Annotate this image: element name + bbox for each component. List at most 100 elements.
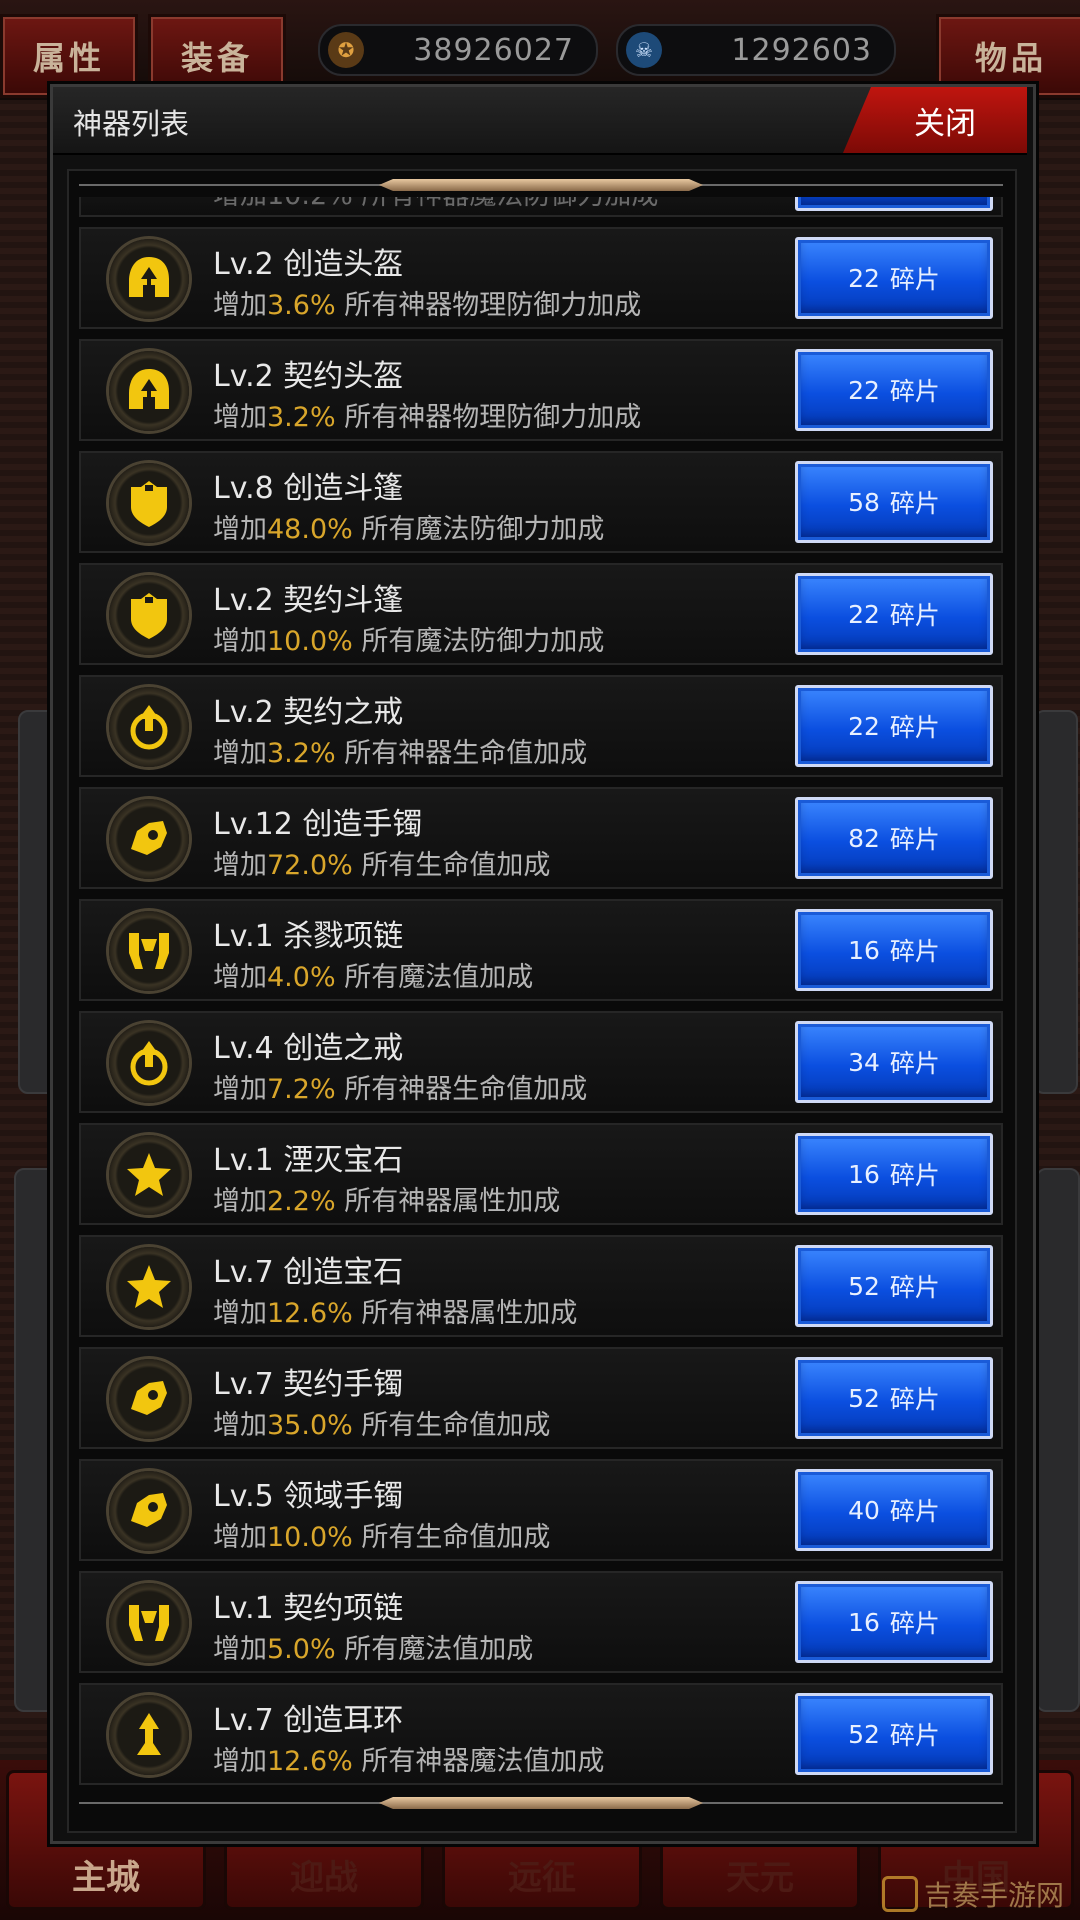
upgrade-cost-button[interactable]: 40 碎片 [795, 1469, 993, 1551]
bonus-percent: 3.2% [267, 738, 336, 769]
artifact-desc: 增加3.2% 所有神器生命值加成 [213, 731, 587, 770]
cost-amount: 22 [848, 711, 880, 741]
desc-suffix: 所有神器魔法值加成 [352, 1746, 605, 1777]
ring-icon [109, 687, 189, 767]
list-item[interactable]: Lv.4 创造之戒 增加7.2% 所有神器生命值加成 34 碎片 [79, 1011, 1003, 1113]
artifact-title: Lv.2 契约头盔 [213, 359, 404, 394]
right-lower-panel [1036, 1168, 1080, 1712]
close-button[interactable]: 关闭 [843, 87, 1027, 153]
desc-prefix: 增加 [213, 1186, 267, 1217]
cost-unit: 碎片 [889, 937, 940, 966]
modal-title: 神器列表 [73, 107, 190, 141]
list-item[interactable]: Lv.2 契约之戒 增加3.2% 所有神器生命值加成 22 碎片 [79, 675, 1003, 777]
artifact-desc: 增加3.6% 所有神器物理防御力加成 [213, 283, 641, 322]
list-item[interactable]: Lv.12 创造手镯 增加72.0% 所有生命值加成 82 碎片 [79, 787, 1003, 889]
upgrade-cost-button[interactable]: 52 碎片 [795, 1245, 993, 1327]
cost-unit: 碎片 [889, 377, 940, 406]
list-item[interactable]: Lv.7 契约手镯 增加35.0% 所有生命值加成 52 碎片 [79, 1347, 1003, 1449]
upgrade-cost-button[interactable]: 16 碎片 [795, 909, 993, 991]
list-item[interactable]: Lv.2 契约头盔 增加3.2% 所有神器物理防御力加成 22 碎片 [79, 339, 1003, 441]
desc-suffix: 所有生命值加成 [352, 850, 551, 881]
list-item[interactable]: Lv.2 契约斗篷 增加10.0% 所有魔法防御力加成 22 碎片 [79, 563, 1003, 665]
skull-icon: ☠ [626, 32, 662, 68]
desc-suffix: 所有神器属性加成 [335, 1186, 561, 1217]
desc-suffix: 所有神器物理防御力加成 [335, 290, 642, 321]
artifact-desc: 增加7.2% 所有神器生命值加成 [213, 1067, 587, 1106]
artifact-title: Lv.8 创造斗篷 [213, 471, 404, 506]
cost-unit: 碎片 [889, 1273, 940, 1302]
cloak-icon [109, 463, 189, 543]
artifact-desc: 增加2.2% 所有神器属性加成 [213, 1179, 560, 1218]
upgrade-cost-button[interactable]: 52 碎片 [795, 1693, 993, 1775]
list-item[interactable]: Lv.5 领域手镯 增加10.0% 所有生命值加成 40 碎片 [79, 1459, 1003, 1561]
bracelet-icon [109, 1471, 189, 1551]
desc-prefix: 增加 [213, 402, 267, 433]
modal-header: 神器列表 关闭 [53, 87, 1027, 155]
cost-amount: 82 [848, 823, 880, 853]
desc-prefix: 增加 [213, 850, 267, 881]
artifact-title: Lv.1 契约项链 [213, 1591, 404, 1626]
skull-amount: 1292603 [731, 32, 872, 68]
artifact-list[interactable]: 增加10.2% 所有神器魔法防御力加成 Lv.2 创造头盔增加3.6% 所有神器… [79, 197, 1003, 1787]
upgrade-cost-button[interactable]: 16 碎片 [795, 1581, 993, 1663]
helmet-icon [109, 239, 189, 319]
artifact-desc: 增加48.0% 所有魔法防御力加成 [213, 507, 604, 546]
desc-prefix: 增加 [213, 1410, 267, 1441]
artifact-title: Lv.7 契约手镯 [213, 1367, 404, 1402]
bracelet-icon [109, 1359, 189, 1439]
desc-prefix: 增加 [213, 962, 267, 993]
cost-amount: 52 [848, 1719, 880, 1749]
list-item[interactable]: Lv.7 创造耳环 增加12.6% 所有神器魔法值加成 52 碎片 [79, 1683, 1003, 1785]
gold-coin-icon: ✪ [328, 32, 364, 68]
star-gem-icon [109, 1247, 189, 1327]
upgrade-cost-button[interactable]: 22 碎片 [795, 685, 993, 767]
list-item[interactable]: Lv.2 创造头盔 增加3.6% 所有神器物理防御力加成 22 碎片 [79, 227, 1003, 329]
list-item[interactable]: Lv.8 创造斗篷 增加48.0% 所有魔法防御力加成 58 碎片 [79, 451, 1003, 553]
cost-unit: 碎片 [889, 713, 940, 742]
artifact-desc: 增加3.2% 所有神器物理防御力加成 [213, 395, 641, 434]
desc-prefix: 增加 [213, 1074, 267, 1105]
list-item[interactable]: Lv.1 湮灭宝石 增加2.2% 所有神器属性加成 16 碎片 [79, 1123, 1003, 1225]
list-item[interactable]: Lv.1 契约项链 增加5.0% 所有魔法值加成 16 碎片 [79, 1571, 1003, 1673]
desc-prefix: 增加 [213, 1298, 267, 1329]
artifact-desc: 增加10.0% 所有魔法防御力加成 [213, 619, 604, 658]
upgrade-cost-button[interactable]: 22 碎片 [795, 237, 993, 319]
bonus-percent: 12.6% [267, 1746, 353, 1777]
partial-row-desc: 增加10.2% 所有神器魔法防御力加成 [213, 197, 658, 212]
artifact-desc: 增加4.0% 所有魔法值加成 [213, 955, 533, 994]
desc-suffix: 所有神器生命值加成 [335, 1074, 588, 1105]
top-divider [79, 177, 1003, 193]
artifact-title: Lv.2 创造头盔 [213, 247, 404, 282]
desc-prefix: 增加 [213, 514, 267, 545]
list-item-partial[interactable]: 增加10.2% 所有神器魔法防御力加成 [79, 197, 1003, 217]
upgrade-cost-button[interactable]: 16 碎片 [795, 1133, 993, 1215]
artifact-title: Lv.2 契约斗篷 [213, 583, 404, 618]
ring-icon [109, 1023, 189, 1103]
cost-unit: 碎片 [889, 1385, 940, 1414]
bonus-percent: 5.0% [267, 1634, 336, 1665]
upgrade-cost-button[interactable]: 34 碎片 [795, 1021, 993, 1103]
upgrade-cost-button[interactable]: 22 碎片 [795, 349, 993, 431]
upgrade-cost-button[interactable]: 22 碎片 [795, 573, 993, 655]
upgrade-cost-button[interactable]: 52 碎片 [795, 1357, 993, 1439]
partial-cost-button[interactable] [795, 197, 993, 211]
watermark-text: 吉奏手游网 [923, 1879, 1064, 1912]
list-item[interactable]: Lv.7 创造宝石 增加12.6% 所有神器属性加成 52 碎片 [79, 1235, 1003, 1337]
bonus-percent: 10.0% [267, 626, 353, 657]
desc-suffix: 所有魔法值加成 [335, 1634, 534, 1665]
bonus-percent: 12.6% [267, 1298, 353, 1329]
desc-prefix: 增加 [213, 626, 267, 657]
artifact-title: Lv.1 杀戮项链 [213, 919, 404, 954]
artifact-desc: 增加10.0% 所有生命值加成 [213, 1515, 550, 1554]
bottom-divider [79, 1795, 1003, 1811]
artifact-desc: 增加12.6% 所有神器魔法值加成 [213, 1739, 604, 1778]
desc-suffix: 所有神器物理防御力加成 [335, 402, 642, 433]
upgrade-cost-button[interactable]: 82 碎片 [795, 797, 993, 879]
gold-amount: 38926027 [413, 32, 574, 68]
currency-skull: ☠ 1292603 [616, 24, 896, 76]
upgrade-cost-button[interactable]: 58 碎片 [795, 461, 993, 543]
list-item[interactable]: Lv.1 杀戮项链 增加4.0% 所有魔法值加成 16 碎片 [79, 899, 1003, 1001]
artifact-title: Lv.2 契约之戒 [213, 695, 404, 730]
artifact-list-modal: 神器列表 关闭 增加10.2% 所有神器魔法防御力加成 Lv.2 创造头盔增加3… [50, 84, 1036, 1844]
bonus-percent: 72.0% [267, 850, 353, 881]
